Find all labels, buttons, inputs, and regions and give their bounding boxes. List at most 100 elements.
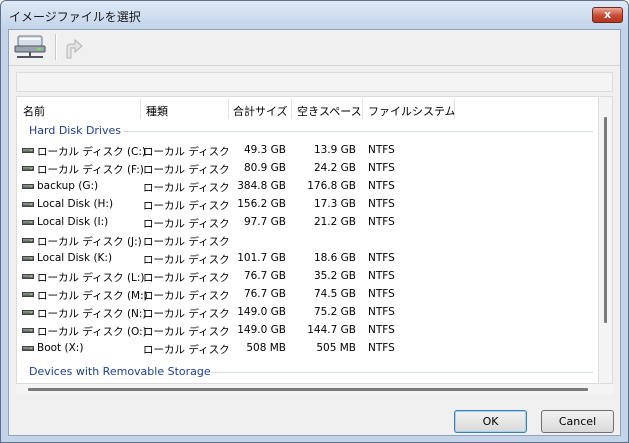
drive-type: ローカル ディスク xyxy=(143,182,230,194)
drive-type: ローカル ディスク xyxy=(143,344,230,356)
toolbar-divider xyxy=(9,65,620,66)
network-drive-button[interactable] xyxy=(11,32,49,62)
horizontal-scroll-thumb[interactable] xyxy=(28,388,588,391)
table-row[interactable]: ローカル ディスク (F:) ローカル ディスク 80.9 GB 24.2 GB NTF… xyxy=(17,159,598,177)
table-row[interactable]: ローカル ディスク (C:) ローカル ディスク 49.3 GB 13.9 GB NTF… xyxy=(17,141,598,159)
drive-file-system: NTFS xyxy=(368,306,395,318)
group-header-hard-disk-drives[interactable]: Hard Disk Drives xyxy=(29,124,121,137)
drive-name: ローカル ディスク (F:) xyxy=(37,164,144,176)
drive-total-size: 80.9 GB xyxy=(243,162,286,174)
table-row[interactable]: Boot (X:) ローカル ディスク 508 MB 505 MB NTFS xyxy=(17,339,598,357)
drive-name: Boot (X:) xyxy=(37,342,84,354)
table-row[interactable]: ローカル ディスク (M:) ローカル ディスク 76.7 GB 74.5 GB NTF… xyxy=(17,285,598,303)
column-divider[interactable] xyxy=(362,99,363,119)
drive-total-size: 97.7 GB xyxy=(243,216,286,228)
drive-name: ローカル ディスク (N:) xyxy=(37,308,147,320)
drive-name: ローカル ディスク (L:) xyxy=(37,272,145,284)
toolbar xyxy=(9,30,620,64)
hard-drive-icon xyxy=(22,220,34,225)
drive-type: ローカル ディスク xyxy=(143,308,230,320)
drive-name: ローカル ディスク (J:) xyxy=(37,236,142,248)
up-folder-button[interactable] xyxy=(61,32,89,62)
table-row[interactable]: backup (G:) ローカル ディスク 384.8 GB 176.8 GB NTFS xyxy=(17,177,598,195)
table-row[interactable]: ローカル ディスク (N:) ローカル ディスク 149.0 GB 75.2 GB NT… xyxy=(17,303,598,321)
group-divider xyxy=(123,131,593,132)
drive-total-size: 149.0 GB xyxy=(237,306,286,318)
drive-name: ローカル ディスク (C:) xyxy=(37,146,147,158)
column-header-free-space[interactable]: 空きスペース xyxy=(297,103,362,119)
hard-drive-icon xyxy=(22,256,34,261)
column-divider[interactable] xyxy=(140,99,141,119)
drive-file-system: NTFS xyxy=(368,216,395,228)
drive-type: ローカル ディスク xyxy=(143,236,230,248)
group-divider xyxy=(211,372,593,373)
drive-file-system: NTFS xyxy=(368,342,395,354)
drive-type: ローカル ディスク xyxy=(143,146,230,158)
table-row[interactable]: ローカル ディスク (L:) ローカル ディスク 76.7 GB 35.2 GB NTF… xyxy=(17,267,598,285)
title-bar[interactable]: イメージファイルを選択 x xyxy=(1,1,628,29)
close-button[interactable]: x xyxy=(592,7,623,23)
hard-drive-icon xyxy=(22,148,34,153)
network-drive-icon xyxy=(14,35,46,58)
drive-free-space: 17.3 GB xyxy=(313,198,356,210)
column-header-file-system[interactable]: ファイルシステム xyxy=(368,103,456,119)
drive-type: ローカル ディスク xyxy=(143,200,230,212)
drive-total-size: 156.2 GB xyxy=(237,198,286,210)
drive-free-space: 21.2 GB xyxy=(313,216,356,228)
drive-file-system: NTFS xyxy=(368,324,395,336)
drive-free-space: 35.2 GB xyxy=(313,270,356,282)
dialog-body: 名前 種類 合計サイズ 空きスペース ファイルシステム Hard Disk Dr… xyxy=(8,29,621,436)
drive-file-system: NTFS xyxy=(368,288,395,300)
hard-drive-icon xyxy=(22,184,34,189)
column-divider[interactable] xyxy=(291,99,292,119)
vertical-scroll-thumb[interactable] xyxy=(604,117,607,323)
drive-total-size: 149.0 GB xyxy=(237,324,286,336)
column-header-row: 名前 種類 合計サイズ 空きスペース ファイルシステム xyxy=(17,97,598,121)
drive-free-space: 24.2 GB xyxy=(313,162,356,174)
drive-type: ローカル ディスク xyxy=(143,164,230,176)
select-image-file-dialog: イメージファイルを選択 x 名前 種類 合計サイズ 空きスペース ファイルシステ… xyxy=(0,0,629,443)
column-header-total-size[interactable]: 合計サイズ xyxy=(233,103,288,119)
drive-name: backup (G:) xyxy=(37,180,99,192)
column-divider[interactable] xyxy=(228,99,229,119)
group-header-removable-storage[interactable]: Devices with Removable Storage xyxy=(29,365,211,378)
hard-drive-icon xyxy=(22,202,34,207)
hard-drive-icon xyxy=(22,310,34,315)
table-row[interactable]: ローカル ディスク (J:) ローカル ディスク xyxy=(17,231,598,249)
cancel-button[interactable]: Cancel xyxy=(541,410,614,433)
drive-name: ローカル ディスク (M:) xyxy=(37,290,148,302)
drive-list[interactable]: 名前 種類 合計サイズ 空きスペース ファイルシステム Hard Disk Dr… xyxy=(16,96,599,384)
hard-drive-icon xyxy=(22,328,34,333)
column-divider[interactable] xyxy=(454,99,455,119)
drive-type: ローカル ディスク xyxy=(143,218,230,230)
ok-button[interactable]: OK xyxy=(454,410,527,433)
column-header-name[interactable]: 名前 xyxy=(23,103,45,119)
drive-name: Local Disk (I:) xyxy=(37,216,109,228)
drive-type: ローカル ディスク xyxy=(143,290,230,302)
window-title: イメージファイルを選択 xyxy=(9,10,141,24)
table-row[interactable]: Local Disk (H:) ローカル ディスク 156.2 GB 17.3 GB N… xyxy=(17,195,598,213)
drive-free-space: 176.8 GB xyxy=(307,180,356,192)
drive-total-size: 101.7 GB xyxy=(237,252,286,264)
location-bar[interactable] xyxy=(16,72,613,92)
drive-free-space: 18.6 GB xyxy=(313,252,356,264)
drive-free-space: 13.9 GB xyxy=(313,144,356,156)
hard-drive-icon xyxy=(22,292,34,297)
table-row[interactable]: ローカル ディスク (O:) ローカル ディスク 149.0 GB 144.7 GB N… xyxy=(17,321,598,339)
vertical-scrollbar[interactable] xyxy=(599,96,613,384)
column-header-type[interactable]: 種類 xyxy=(146,103,168,119)
up-folder-icon xyxy=(66,38,83,59)
drive-file-system: NTFS xyxy=(368,180,395,192)
drive-free-space: 505 MB xyxy=(316,342,356,354)
drive-type: ローカル ディスク xyxy=(143,254,230,266)
table-row[interactable]: Local Disk (I:) ローカル ディスク 97.7 GB 21.2 GB NT… xyxy=(17,213,598,231)
hard-drive-icon xyxy=(22,238,34,243)
drive-total-size: 508 MB xyxy=(246,342,286,354)
drive-name: Local Disk (H:) xyxy=(37,198,114,210)
drive-type: ローカル ディスク xyxy=(143,272,230,284)
horizontal-scrollbar[interactable] xyxy=(16,384,613,394)
hard-drive-icon xyxy=(22,346,34,351)
hard-drive-icon xyxy=(22,166,34,171)
drive-total-size: 49.3 GB xyxy=(243,144,286,156)
table-row[interactable]: Local Disk (K:) ローカル ディスク 101.7 GB 18.6 GB N… xyxy=(17,249,598,267)
